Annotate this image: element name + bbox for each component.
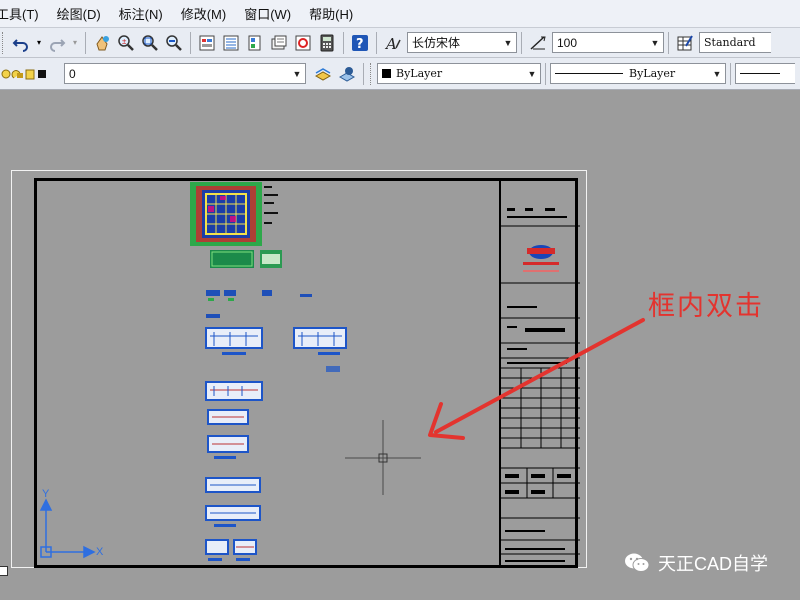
ucs-y-label: Y [42, 488, 50, 500]
dimension-style-icon[interactable] [527, 32, 549, 54]
layer-state-icon[interactable] [1, 63, 61, 85]
menu-tools[interactable]: 工具(T) [0, 4, 48, 23]
watermark-text: 天正CAD自学 [658, 554, 769, 574]
menu-window[interactable]: 窗口(W) [235, 4, 300, 23]
annotation-label: 框内双击 [648, 291, 764, 321]
svg-text:?: ? [356, 37, 364, 52]
menu-bar: 工具(T) 绘图(D) 标注(N) 修改(M) 窗口(W) 帮助(H) [0, 0, 800, 28]
separator [521, 31, 522, 54]
menu-dimension[interactable]: 标注(N) [110, 4, 172, 23]
menu-help[interactable]: 帮助(H) [300, 4, 362, 23]
menu-draw[interactable]: 绘图(D) [48, 4, 110, 23]
linetype-select[interactable]: ByLayer ▼ [550, 63, 726, 84]
ucs-x-label: X [96, 546, 104, 558]
separator [343, 31, 344, 54]
linetype-value: ByLayer [629, 67, 676, 80]
lineweight-preview [740, 73, 780, 74]
redo-dropdown-icon[interactable]: ▾ [70, 32, 80, 54]
toolbar-grip[interactable] [370, 62, 373, 85]
chevron-down-icon: ▼ [712, 68, 722, 79]
color-select[interactable]: ByLayer ▼ [377, 63, 541, 84]
undo-dropdown-icon[interactable]: ▾ [34, 32, 44, 54]
svg-text:A: A [384, 35, 397, 52]
wechat-icon [625, 553, 650, 572]
separator [730, 62, 731, 85]
layer-previous-icon[interactable] [336, 63, 358, 85]
chevron-down-icon: ▼ [650, 37, 660, 48]
separator [85, 31, 86, 54]
tool-palettes-icon[interactable] [244, 32, 266, 54]
drawing-canvas[interactable]: X Y 框内双击 天正CAD自学 [0, 90, 800, 600]
toolbar-grip[interactable] [2, 31, 5, 54]
floor-plan-block [190, 182, 282, 268]
color-swatch [382, 69, 391, 78]
text-style-value: Standard [704, 36, 756, 49]
separator [376, 31, 377, 54]
make-layer-current-icon[interactable] [312, 63, 334, 85]
drawing-content [39, 182, 645, 561]
text-height-select[interactable]: 100 ▼ [552, 32, 664, 53]
design-center-icon[interactable] [220, 32, 242, 54]
section-details [205, 327, 347, 561]
pan-icon[interactable] [91, 32, 113, 54]
crosshair-cursor [345, 420, 421, 495]
standard-toolbar: ▾ ▾ ± ? A 长仿宋体 ▼ 100 ▼ Standard [0, 28, 800, 58]
help-icon[interactable]: ? [349, 32, 371, 54]
layers-toolbar: 0 ▼ ByLayer ▼ ByLayer ▼ [0, 58, 800, 90]
separator [545, 62, 546, 85]
separator [363, 62, 364, 85]
calculator-icon[interactable] [316, 32, 338, 54]
ucs-icon [39, 498, 96, 559]
table-style-icon[interactable] [674, 32, 696, 54]
menu-modify[interactable]: 修改(M) [172, 4, 236, 23]
color-value: ByLayer [396, 67, 443, 80]
sheet-set-icon[interactable] [268, 32, 290, 54]
sheet-marker [0, 566, 8, 576]
chevron-down-icon: ▼ [292, 68, 302, 79]
text-height-value: 100 [557, 35, 578, 50]
font-style-value: 长仿宋体 [412, 36, 461, 50]
text-style-select[interactable]: Standard [699, 32, 771, 53]
markup-icon[interactable] [292, 32, 314, 54]
layer-value: 0 [69, 66, 76, 81]
properties-icon[interactable] [196, 32, 218, 54]
redo-icon[interactable] [46, 32, 68, 54]
chevron-down-icon: ▼ [527, 68, 537, 79]
separator [668, 31, 669, 54]
zoom-previous-icon[interactable] [163, 32, 185, 54]
zoom-realtime-icon[interactable]: ± [115, 32, 137, 54]
font-style-select[interactable]: 长仿宋体 ▼ [407, 32, 517, 53]
chevron-down-icon: ▼ [503, 37, 513, 48]
separator [190, 31, 191, 54]
linetype-preview [555, 73, 623, 74]
layer-select[interactable]: 0 ▼ [64, 63, 306, 84]
zoom-window-icon[interactable] [139, 32, 161, 54]
watermark: 天正CAD自学 [624, 550, 768, 576]
undo-icon[interactable] [10, 32, 32, 54]
lineweight-select[interactable] [735, 63, 795, 84]
svg-text:±: ± [122, 37, 127, 46]
text-style-icon[interactable]: A [382, 32, 404, 54]
annotation-arrow [428, 318, 645, 440]
